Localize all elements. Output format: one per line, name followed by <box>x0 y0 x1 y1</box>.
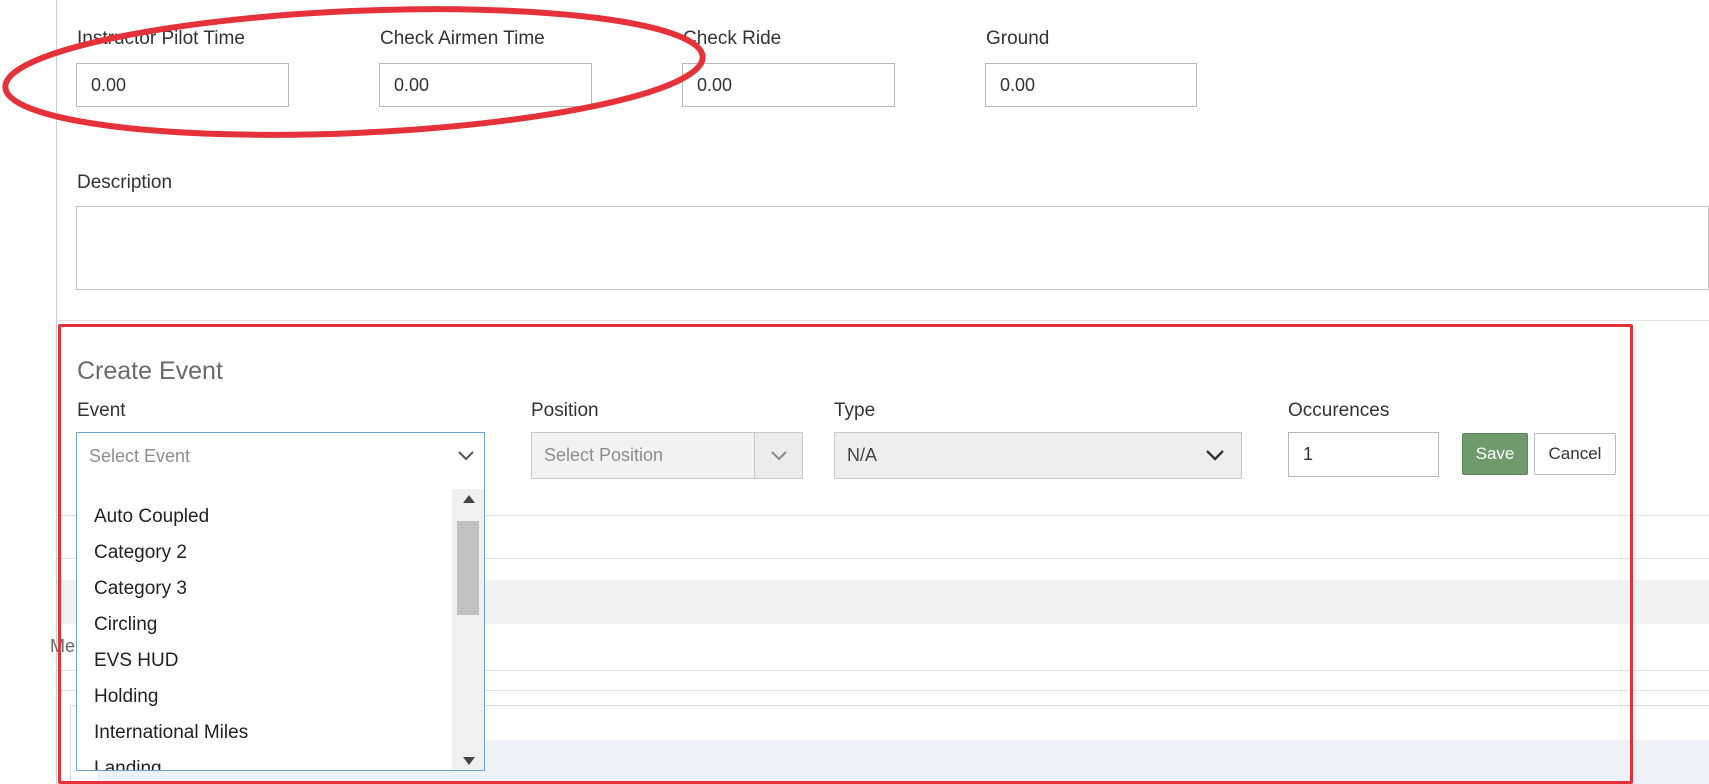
occurences-input[interactable] <box>1288 432 1439 477</box>
chevron-down-icon[interactable] <box>754 433 802 478</box>
scroll-down-arrow-icon[interactable] <box>463 757 475 765</box>
position-label: Position <box>531 400 599 421</box>
event-label: Event <box>77 400 126 421</box>
type-select[interactable]: N/A <box>834 432 1242 479</box>
position-select-placeholder: Select Position <box>544 445 664 465</box>
description-textarea[interactable] <box>76 206 1709 290</box>
left-border <box>56 0 57 784</box>
event-select[interactable]: Select Event <box>76 432 485 479</box>
description-label: Description <box>77 172 173 193</box>
position-select[interactable]: Select Position <box>531 432 803 479</box>
event-option[interactable]: International Miles <box>77 715 452 751</box>
background-label-fragment: Me <box>50 636 76 656</box>
event-option[interactable]: EVS HUD <box>77 643 452 679</box>
row-divider-vertical <box>70 705 71 784</box>
event-select-placeholder: Select Event <box>89 445 191 466</box>
check-airmen-time-input[interactable] <box>379 63 592 107</box>
dropdown-scrollbar[interactable] <box>452 489 484 770</box>
event-option[interactable]: Category 2 <box>77 535 452 571</box>
scroll-up-arrow-icon[interactable] <box>463 495 475 503</box>
check-ride-label: Check Ride <box>683 28 782 49</box>
type-label: Type <box>834 400 876 421</box>
event-option[interactable]: Circling <box>77 607 452 643</box>
check-airmen-time-label: Check Airmen Time <box>380 28 545 49</box>
chevron-down-icon[interactable] <box>448 433 484 479</box>
event-option[interactable]: Landing <box>77 751 452 770</box>
cancel-button[interactable]: Cancel <box>1534 433 1616 475</box>
event-dropdown-list[interactable]: Auto Coupled Category 2 Category 3 Circl… <box>76 479 485 771</box>
instructor-pilot-time-label: Instructor Pilot Time <box>77 28 245 49</box>
ground-label: Ground <box>986 28 1050 49</box>
instructor-pilot-time-input[interactable] <box>76 63 289 107</box>
check-ride-input[interactable] <box>682 63 895 107</box>
scroll-thumb[interactable] <box>457 521 479 615</box>
event-option[interactable]: Holding <box>77 679 452 715</box>
save-button[interactable]: Save <box>1462 433 1528 475</box>
chevron-down-icon[interactable] <box>1189 433 1241 478</box>
ground-input[interactable] <box>985 63 1197 107</box>
section-divider <box>57 320 1709 321</box>
occurences-label: Occurences <box>1288 400 1390 421</box>
create-event-title: Create Event <box>77 357 223 385</box>
type-select-value: N/A <box>847 445 878 465</box>
event-option[interactable]: Category 3 <box>77 571 452 607</box>
event-option[interactable]: Auto Coupled <box>77 499 452 535</box>
